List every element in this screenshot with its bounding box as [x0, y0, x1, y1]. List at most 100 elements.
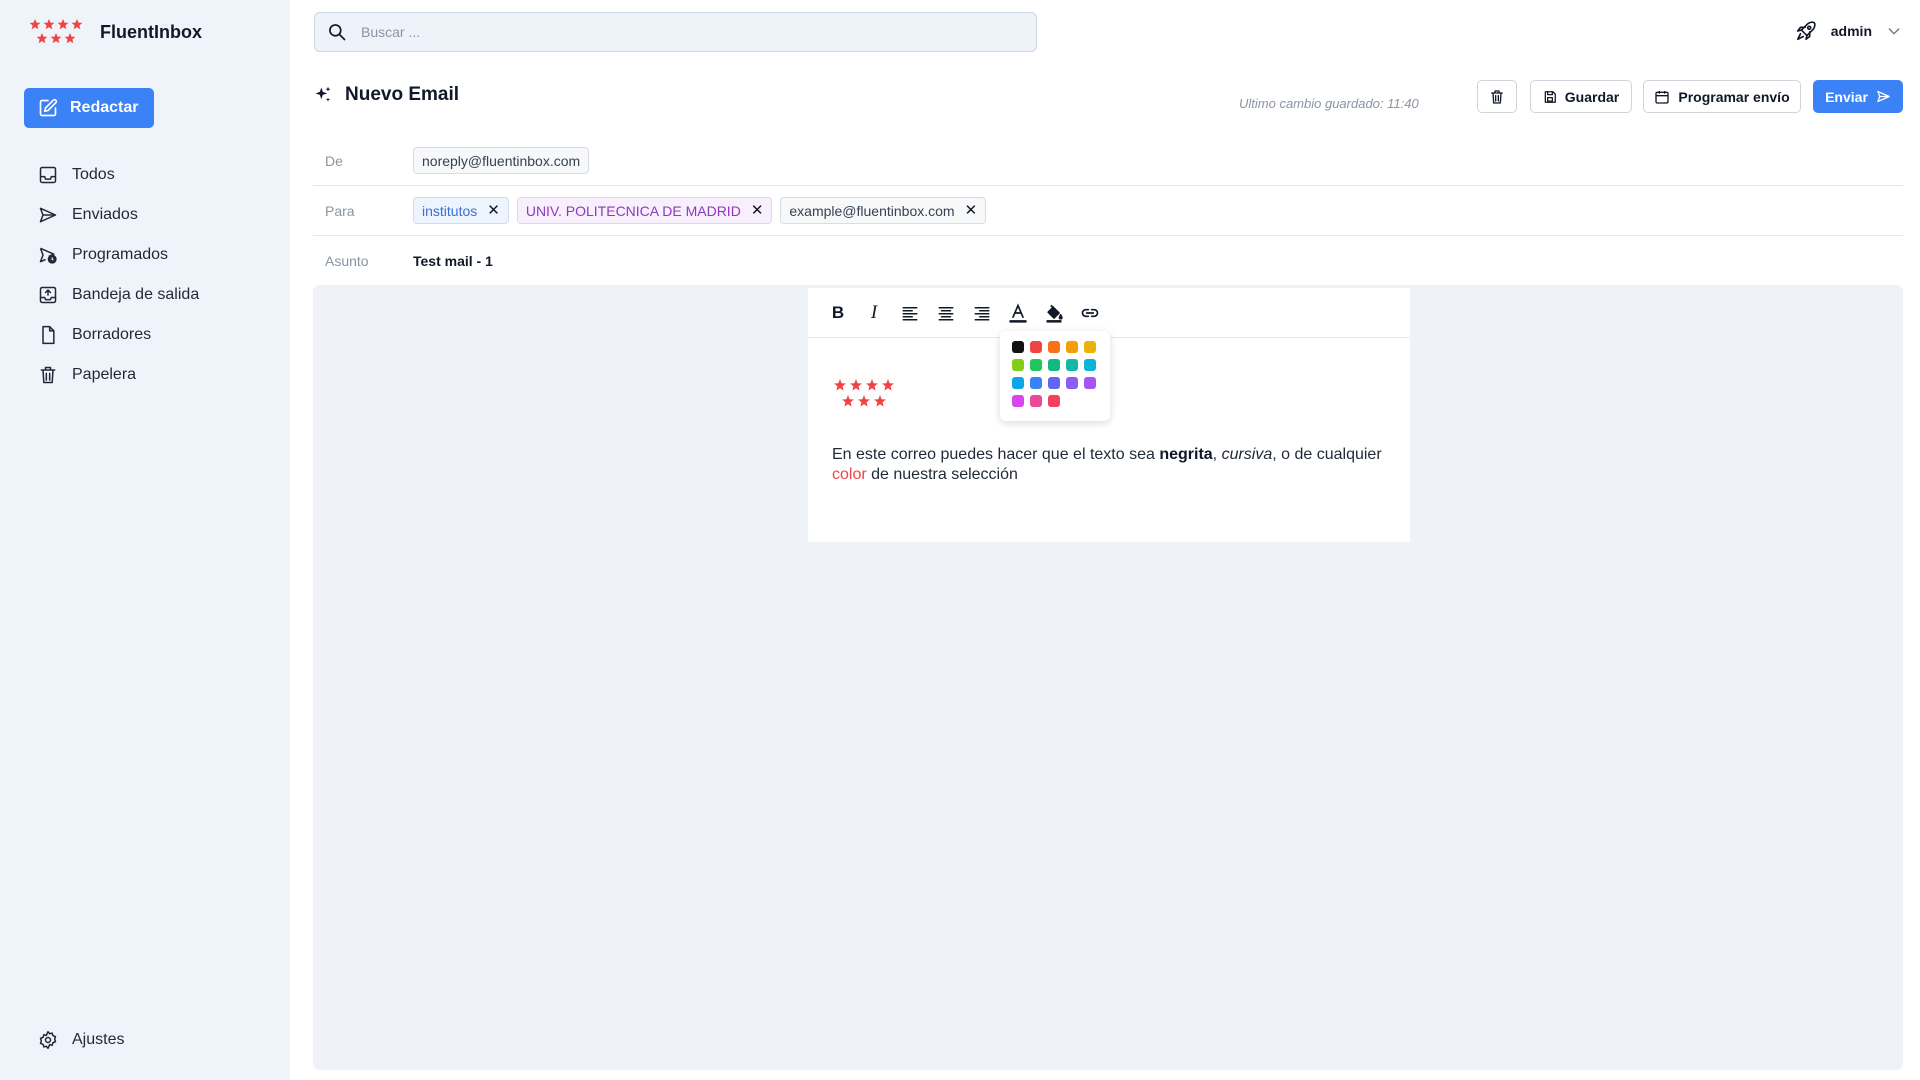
body-text-segment: de nuestra selección — [866, 466, 1018, 483]
page-title: Nuevo Email — [313, 84, 459, 106]
compose-button[interactable]: Redactar — [24, 88, 154, 128]
sidebar-item-programados[interactable]: Programados — [38, 235, 278, 275]
scheduled-icon — [39, 247, 57, 264]
recipient-label: example@fluentinbox.com — [789, 202, 955, 219]
color-swatch[interactable] — [1084, 341, 1096, 353]
color-swatch[interactable] — [1048, 359, 1060, 371]
trash-icon — [40, 366, 56, 384]
paint-bucket-icon — [1046, 304, 1063, 323]
inbox-icon — [39, 166, 57, 184]
sparkles-icon — [315, 86, 331, 102]
sidebar-item-label: Enviados — [72, 206, 138, 223]
email-body-text[interactable]: En este correo puedes hacer que el texto… — [832, 445, 1392, 485]
text-color-icon — [1009, 302, 1027, 323]
body-text-segment: , o de cualquier — [1272, 446, 1382, 463]
outbox-icon — [39, 286, 57, 304]
align-right-icon — [974, 306, 990, 320]
subject-input[interactable]: Test mail - 1 — [413, 253, 493, 269]
color-swatch[interactable] — [1066, 341, 1078, 353]
sidebar-item-enviados[interactable]: Enviados — [38, 195, 278, 235]
search-input[interactable] — [361, 24, 1001, 40]
align-left-icon — [902, 306, 918, 320]
from-row: De noreply@fluentinbox.com — [313, 136, 1903, 186]
italic-text: cursiva — [1221, 446, 1273, 463]
recipient-label: UNIV. POLITECNICA DE MADRID — [525, 202, 741, 219]
recipient-chip[interactable]: example@fluentinbox.com ✕ — [780, 197, 987, 224]
bold-text: negrita — [1159, 446, 1213, 463]
send-label: Enviar — [1825, 88, 1868, 105]
align-center-button[interactable] — [932, 299, 960, 327]
user-name[interactable]: admin — [1831, 23, 1872, 39]
colored-text: color — [832, 466, 867, 483]
logo-stars-icon — [30, 19, 83, 44]
highlight-color-button[interactable] — [1040, 299, 1068, 327]
color-swatch[interactable] — [1012, 395, 1024, 407]
saved-status: Ultimo cambio guardado: 11:40 — [1239, 96, 1419, 111]
body-text-segment: , — [1212, 446, 1222, 463]
text-color-button[interactable] — [1004, 299, 1032, 327]
save-button[interactable]: Guardar — [1530, 80, 1632, 113]
sidebar-item-label: Borradores — [72, 326, 152, 343]
sidebar-item-papelera[interactable]: Papelera — [38, 355, 278, 395]
search-bar[interactable] — [314, 12, 1037, 52]
color-palette-popup — [1000, 331, 1110, 421]
compose-label: Redactar — [70, 99, 139, 116]
recipient-chip[interactable]: UNIV. POLITECNICA DE MADRID ✕ — [516, 197, 773, 224]
compose-title-text: Nuevo Email — [345, 84, 460, 105]
color-swatch[interactable] — [1048, 395, 1060, 407]
color-swatch[interactable] — [1012, 377, 1024, 389]
align-left-button[interactable] — [896, 299, 924, 327]
sidebar-item-label: Programados — [72, 246, 169, 263]
to-label: Para — [325, 202, 355, 219]
align-right-button[interactable] — [968, 299, 996, 327]
color-swatch[interactable] — [1030, 377, 1042, 389]
remove-recipient-icon[interactable]: ✕ — [751, 203, 764, 218]
subject-row[interactable]: Asunto Test mail - 1 — [313, 236, 1903, 286]
italic-button[interactable]: I — [860, 299, 888, 327]
app-name: FluentInbox — [100, 21, 202, 42]
color-swatch[interactable] — [1012, 341, 1024, 353]
editor-toolbar: B I — [808, 288, 1410, 338]
sidebar-item-bandeja-de-salida[interactable]: Bandeja de salida — [38, 275, 278, 315]
user-menu[interactable]: admin — [1795, 20, 1902, 42]
sidebar-item-borradores[interactable]: Borradores — [38, 315, 278, 355]
chevron-down-icon[interactable] — [1886, 23, 1902, 39]
settings-label: Ajustes — [72, 1031, 125, 1048]
link-button[interactable] — [1076, 299, 1104, 327]
color-swatch[interactable] — [1030, 341, 1042, 353]
remove-recipient-icon[interactable]: ✕ — [965, 203, 978, 218]
remove-recipient-icon[interactable]: ✕ — [487, 203, 500, 218]
from-value: noreply@fluentinbox.com — [422, 152, 581, 169]
settings-link[interactable]: Ajustes — [38, 1030, 124, 1050]
color-swatch[interactable] — [1084, 359, 1096, 371]
save-icon — [1544, 90, 1556, 103]
color-swatch[interactable] — [1012, 359, 1024, 371]
to-row[interactable]: Para institutos ✕ UNIV. POLITECNICA DE M… — [313, 186, 1903, 236]
color-swatch[interactable] — [1048, 377, 1060, 389]
brand[interactable]: FluentInbox — [30, 18, 202, 46]
color-swatch[interactable] — [1048, 341, 1060, 353]
sidebar-nav: Todos Enviados Programados Bandeja de sa… — [38, 155, 278, 395]
sidebar-item-label: Papelera — [72, 366, 137, 383]
schedule-button[interactable]: Programar envío — [1643, 80, 1801, 113]
from-chip[interactable]: noreply@fluentinbox.com — [413, 147, 590, 174]
body-text-segment: En este correo puedes hacer que el texto… — [832, 446, 1160, 463]
sidebar-item-todos[interactable]: Todos — [38, 155, 278, 195]
color-swatch[interactable] — [1030, 395, 1042, 407]
color-swatch[interactable] — [1084, 377, 1096, 389]
send-button[interactable]: Enviar — [1813, 80, 1903, 113]
draft-icon — [42, 325, 55, 345]
bold-button[interactable]: B — [824, 299, 852, 327]
from-label: De — [325, 152, 343, 169]
link-icon — [1081, 308, 1099, 317]
subject-label: Asunto — [325, 253, 369, 269]
color-swatch[interactable] — [1066, 377, 1078, 389]
delete-draft-button[interactable] — [1477, 80, 1517, 113]
rocket-icon[interactable] — [1795, 20, 1817, 42]
color-swatch[interactable] — [1066, 359, 1078, 371]
editor-body[interactable]: En este correo puedes hacer que el texto… — [832, 378, 1392, 485]
color-swatch[interactable] — [1030, 359, 1042, 371]
align-center-icon — [938, 306, 954, 320]
recipient-chip[interactable]: institutos ✕ — [413, 197, 509, 224]
gear-icon — [39, 1030, 57, 1050]
